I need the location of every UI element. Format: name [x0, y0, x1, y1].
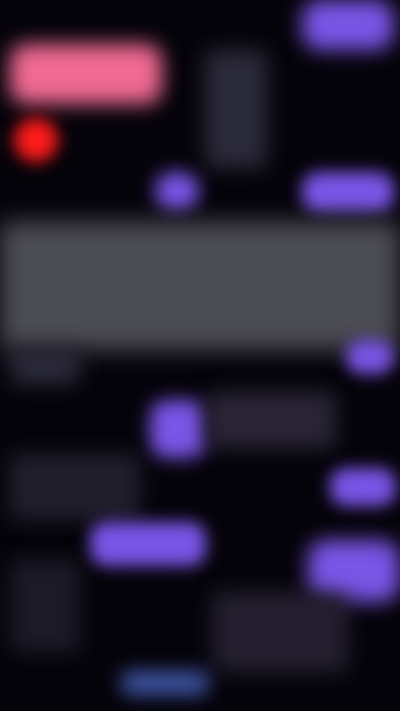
left-text-block — [10, 454, 140, 520]
live-indicator-icon — [14, 118, 58, 162]
primary-cta-button[interactable] — [90, 522, 206, 566]
hero-banner — [10, 44, 162, 104]
right-pill[interactable] — [330, 468, 396, 506]
top-right-action-button[interactable] — [302, 0, 394, 50]
bottom-left-block — [10, 560, 80, 652]
media-thumbnail[interactable] — [150, 400, 206, 458]
center-panel — [206, 392, 336, 448]
bottom-panel — [212, 592, 348, 672]
panel-action-button[interactable] — [346, 340, 394, 374]
top-pill-button[interactable] — [302, 172, 394, 212]
bottom-bar — [120, 670, 210, 696]
section-label-bar — [10, 348, 80, 384]
nav-icon[interactable] — [155, 172, 199, 210]
content-panel — [0, 222, 400, 350]
hero-side-panel — [205, 50, 267, 168]
